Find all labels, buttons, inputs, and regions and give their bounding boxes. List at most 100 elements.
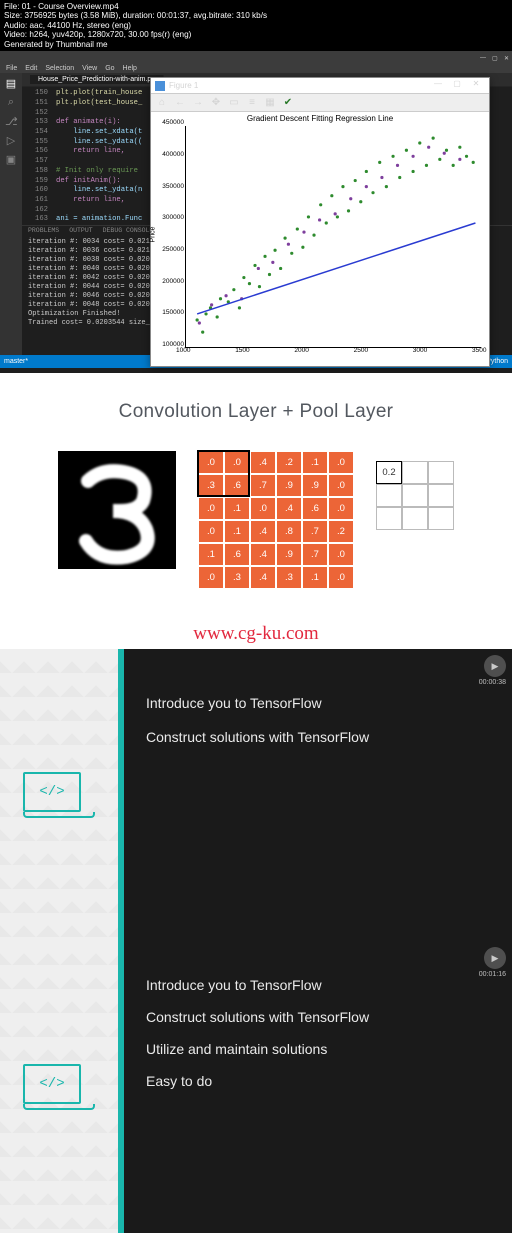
grid-cell: .9 xyxy=(302,474,328,497)
play-icon[interactable] xyxy=(484,947,506,969)
meta-line: Size: 3756925 bytes (3.58 MiB), duration… xyxy=(4,11,508,20)
zoom-icon[interactable]: ▭ xyxy=(227,96,241,110)
chart-area: 1000001500002000002500003000003500004000… xyxy=(185,126,481,348)
slide-right-pane: Introduce you to TensorFlow Construct so… xyxy=(124,649,512,941)
slide-right-pane: Introduce you to TensorFlow Construct so… xyxy=(124,941,512,1233)
matplotlib-window[interactable]: Figure 1 — ▢ ✕ ⌂ ← → ✥ ▭ ≡ ▦ ✔ Gradient … xyxy=(150,77,490,367)
conv-input-grid: .0.0.4.2.1.0.3.6.7.9.9.0.0.1.0.4.6.0.0.1… xyxy=(198,451,354,589)
figure-maximize-icon[interactable]: ▢ xyxy=(448,79,466,93)
grid-cell: .4 xyxy=(276,497,302,520)
meta-line: File: 01 - Course Overview.mp4 xyxy=(4,2,508,11)
figure-minimize-icon[interactable]: — xyxy=(429,79,447,93)
figure-titlebar[interactable]: Figure 1 — ▢ ✕ xyxy=(151,78,489,94)
grid-icon[interactable]: ▦ xyxy=(263,96,277,110)
grid-cell: .0 xyxy=(328,474,354,497)
figure-title-text: Figure 1 xyxy=(169,81,198,90)
grid-cell: .1 xyxy=(302,451,328,474)
output-cell xyxy=(428,507,454,530)
timestamp: 00:01:16 xyxy=(479,971,506,978)
output-cell xyxy=(402,461,428,484)
grid-cell: .1 xyxy=(302,566,328,589)
meta-line: Video: h264, yuv420p, 1280x720, 30.00 fp… xyxy=(4,30,508,39)
source-control-icon[interactable]: ⎇ xyxy=(5,115,17,127)
grid-cell: .4 xyxy=(250,543,276,566)
pan-icon[interactable]: ✥ xyxy=(209,96,223,110)
menu-go[interactable]: Go xyxy=(105,65,114,72)
grid-cell: .0 xyxy=(328,543,354,566)
grid-cell: .6 xyxy=(224,543,250,566)
grid-cell: .3 xyxy=(224,566,250,589)
laptop-icon: </> xyxy=(23,772,95,818)
debug-icon[interactable]: ▷ xyxy=(5,134,17,146)
grid-cell: .6 xyxy=(224,474,250,497)
slide-left-pane: </> xyxy=(0,649,124,941)
grid-cell: .4 xyxy=(250,520,276,543)
grid-cell: .0 xyxy=(328,566,354,589)
grid-cell: .3 xyxy=(276,566,302,589)
grid-cell: .0 xyxy=(250,497,276,520)
grid-cell: .0 xyxy=(328,451,354,474)
slide-1: 00:00:38 </> Introduce you to TensorFlow… xyxy=(0,649,512,941)
maximize-icon[interactable]: ▢ xyxy=(492,55,498,61)
grid-cell: .4 xyxy=(250,566,276,589)
menu-file[interactable]: File xyxy=(6,65,17,72)
video-metadata: File: 01 - Course Overview.mp4 Size: 375… xyxy=(0,0,512,51)
back-icon[interactable]: ← xyxy=(173,96,187,110)
grid-cell: .9 xyxy=(276,543,302,566)
vscode-menubar: File Edit Selection View Go Help xyxy=(0,64,512,73)
grid-cell: .2 xyxy=(276,451,302,474)
grid-cell: .2 xyxy=(328,520,354,543)
bullet: Introduce you to TensorFlow xyxy=(146,977,490,993)
search-icon[interactable]: ⌕ xyxy=(5,96,17,108)
panel-tab-problems[interactable]: PROBLEMS xyxy=(28,227,59,235)
grid-cell: .1 xyxy=(224,520,250,543)
grid-cell: .7 xyxy=(302,543,328,566)
config-icon[interactable]: ≡ xyxy=(245,96,259,110)
play-icon[interactable] xyxy=(484,655,506,677)
home-icon[interactable]: ⌂ xyxy=(155,96,169,110)
output-cell xyxy=(402,507,428,530)
vscode-titlebar: — ▢ ✕ xyxy=(0,51,512,64)
grid-cell: .8 xyxy=(276,520,302,543)
extensions-icon[interactable]: ▣ xyxy=(5,153,17,165)
menu-help[interactable]: Help xyxy=(123,65,137,72)
grid-cell: .1 xyxy=(198,543,224,566)
figure-canvas: Gradient Descent Fitting Regression Line… xyxy=(151,112,489,366)
save-icon[interactable]: ✔ xyxy=(281,96,295,110)
editor-tab[interactable]: House_Price_Prediction-with-anim.py xyxy=(30,75,164,84)
menu-view[interactable]: View xyxy=(82,65,97,72)
figure-toolbar: ⌂ ← → ✥ ▭ ≡ ▦ ✔ xyxy=(151,94,489,112)
panel-tab-output[interactable]: OUTPUT xyxy=(69,227,92,235)
meta-line: Generated by Thumbnail me xyxy=(4,40,508,49)
minimize-icon[interactable]: — xyxy=(480,55,486,61)
menu-selection[interactable]: Selection xyxy=(45,65,74,72)
vscode-window: — ▢ ✕ File Edit Selection View Go Help ▤… xyxy=(0,51,512,373)
activity-bar: ▤ ⌕ ⎇ ▷ ▣ xyxy=(0,73,22,355)
output-cell xyxy=(376,507,402,530)
close-icon[interactable]: ✕ xyxy=(504,55,510,61)
output-cell xyxy=(428,461,454,484)
bullet: Construct solutions with TensorFlow xyxy=(146,1009,490,1025)
figure-close-icon[interactable]: ✕ xyxy=(467,79,485,93)
chart-title: Gradient Descent Fitting Regression Line xyxy=(151,114,489,123)
panel-tab-debug[interactable]: DEBUG CONSOLE xyxy=(103,227,154,235)
bullet: Construct solutions with TensorFlow xyxy=(146,729,490,745)
timestamp: 00:00:38 xyxy=(479,679,506,686)
output-cell xyxy=(402,484,428,507)
watermark: www.cg-ku.com xyxy=(0,623,512,649)
status-branch[interactable]: master* xyxy=(4,358,28,365)
grid-cell: .0 xyxy=(198,451,224,474)
grid-cell: .1 xyxy=(224,497,250,520)
grid-cell: .7 xyxy=(250,474,276,497)
conv-output-grid: 0.2 xyxy=(376,461,454,530)
explorer-icon[interactable]: ▤ xyxy=(5,77,17,89)
menu-edit[interactable]: Edit xyxy=(25,65,37,72)
figure-app-icon xyxy=(155,81,165,91)
grid-cell: .0 xyxy=(224,451,250,474)
grid-cell: .6 xyxy=(302,497,328,520)
grid-cell: .9 xyxy=(276,474,302,497)
grid-cell: .3 xyxy=(198,474,224,497)
forward-icon[interactable]: → xyxy=(191,96,205,110)
convolution-slide: Convolution Layer + Pool Layer .0.0.4.2.… xyxy=(0,373,512,623)
output-cell xyxy=(428,484,454,507)
